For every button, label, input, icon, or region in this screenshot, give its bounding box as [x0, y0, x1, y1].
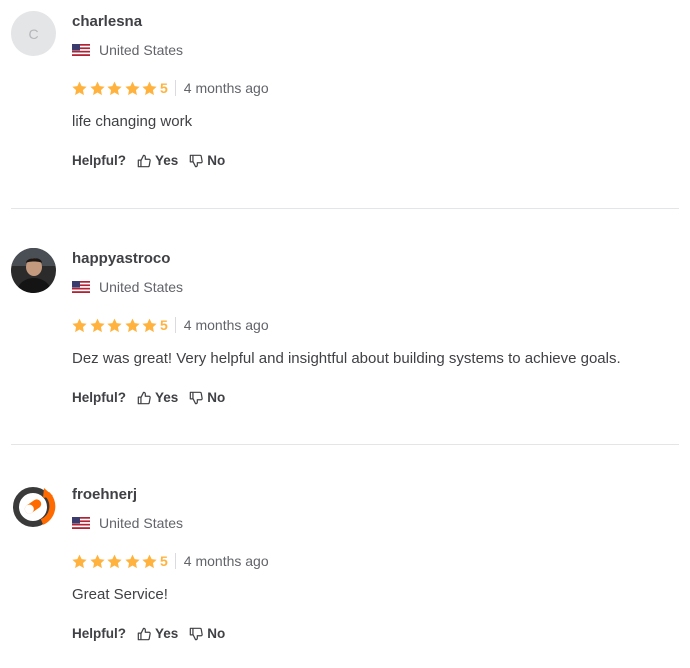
star-rating [72, 318, 160, 333]
review-text: Great Service! [72, 586, 168, 603]
country-name: United States [99, 279, 184, 295]
country-name: United States [99, 42, 184, 58]
star-icon [125, 81, 140, 96]
review-divider [11, 444, 679, 445]
review-time: 4 months ago [183, 553, 269, 569]
thumbs-down-icon [189, 627, 203, 641]
star-icon [90, 318, 105, 333]
thumbs-down-icon [189, 154, 203, 168]
no-label: No [207, 153, 226, 168]
rating-score: 5 [160, 553, 168, 569]
no-label: No [207, 626, 226, 641]
country-name: United States [99, 515, 184, 531]
review-divider [11, 208, 679, 209]
helpful-label: Helpful? [72, 390, 126, 405]
us-flag-icon [72, 517, 90, 529]
reviewer-country: United States [72, 515, 183, 531]
rating-divider [174, 317, 176, 333]
star-icon [72, 81, 87, 96]
review-time: 4 months ago [183, 317, 269, 333]
helpful-label: Helpful? [72, 153, 126, 168]
rating-divider [174, 553, 176, 569]
yes-label: Yes [155, 153, 179, 168]
yes-label: Yes [155, 626, 179, 641]
profile-logo [11, 484, 56, 529]
no-label: No [207, 390, 226, 405]
helpful-yes-button[interactable]: Yes [137, 626, 178, 641]
rating-row: 5 4 months ago [72, 553, 269, 569]
avatar[interactable] [11, 248, 56, 293]
us-flag-icon [72, 44, 90, 56]
review-text: Dez was great! Very helpful and insightf… [72, 350, 621, 367]
username[interactable]: charlesna [72, 13, 142, 30]
helpful-yes-button[interactable]: Yes [137, 390, 178, 405]
avatar[interactable]: C [11, 11, 56, 56]
yes-label: Yes [155, 390, 179, 405]
reviewer-country: United States [72, 42, 183, 58]
star-icon [90, 81, 105, 96]
star-icon [125, 554, 140, 569]
review-time: 4 months ago [183, 80, 269, 96]
rating-row: 5 4 months ago [72, 80, 269, 96]
star-icon [142, 554, 157, 569]
thumbs-up-icon [137, 627, 151, 641]
star-icon [142, 81, 157, 96]
star-icon [107, 554, 122, 569]
thumbs-down-icon [189, 391, 203, 405]
rating-score: 5 [160, 317, 168, 333]
star-rating [72, 554, 160, 569]
helpful-row: Helpful? Yes No [72, 626, 236, 641]
review-text: life changing work [72, 113, 193, 130]
username[interactable]: froehnerj [72, 486, 137, 503]
star-icon [107, 81, 122, 96]
star-icon [72, 554, 87, 569]
rating-row: 5 4 months ago [72, 317, 269, 333]
rating-divider [174, 80, 176, 96]
profile-photo [11, 248, 56, 293]
helpful-no-button[interactable]: No [189, 153, 225, 168]
helpful-row: Helpful? Yes No [72, 390, 236, 405]
star-icon [142, 318, 157, 333]
thumbs-up-icon [137, 391, 151, 405]
rating-score: 5 [160, 80, 168, 96]
helpful-label: Helpful? [72, 626, 126, 641]
star-rating [72, 81, 160, 96]
star-icon [107, 318, 122, 333]
avatar[interactable] [11, 484, 56, 529]
helpful-yes-button[interactable]: Yes [137, 153, 178, 168]
username[interactable]: happyastroco [72, 250, 170, 267]
star-icon [125, 318, 140, 333]
thumbs-up-icon [137, 154, 151, 168]
star-icon [72, 318, 87, 333]
helpful-no-button[interactable]: No [189, 626, 225, 641]
star-icon [90, 554, 105, 569]
reviewer-country: United States [72, 279, 183, 295]
us-flag-icon [72, 281, 90, 293]
helpful-row: Helpful? Yes No [72, 153, 236, 168]
helpful-no-button[interactable]: No [189, 390, 225, 405]
